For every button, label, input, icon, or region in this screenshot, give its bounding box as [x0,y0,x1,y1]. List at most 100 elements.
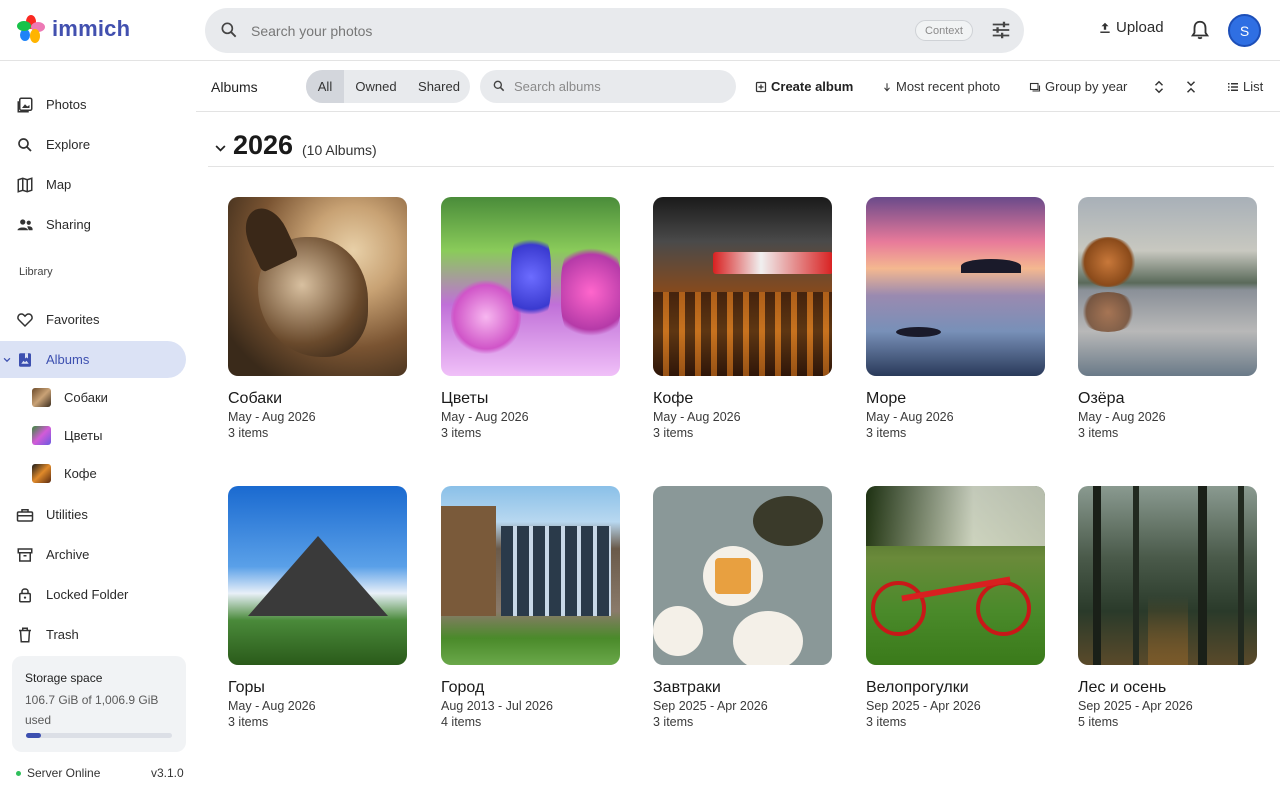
album-title: Озёра [1078,390,1125,407]
filter-shared-button[interactable]: Shared [408,70,470,103]
album-cover-image[interactable] [441,486,620,665]
sidebar-item-locked-folder[interactable]: Locked Folder [0,576,186,613]
sidebar-item-archive[interactable]: Archive [0,536,186,573]
album-title: Город [441,679,485,696]
upload-label: Upload [1116,19,1164,36]
status-dot-icon [16,770,21,776]
album-item-count: 3 items [228,426,269,440]
sidebar-album-label: Собаки [64,389,108,405]
photo-search-input[interactable] [251,18,891,43]
view-list-label: List [1243,79,1264,94]
sort-button[interactable]: Most recent photo [882,79,1000,94]
expand-all-icon[interactable] [1152,78,1166,96]
photo-search-bar[interactable]: Context [205,8,1024,53]
arrow-down-icon [884,82,890,92]
album-card[interactable]: Велопрогулки Sep 2025 - Apr 2026 3 items [866,486,1046,729]
app-name: immich [52,16,131,41]
sidebar-album-label: Кофе [64,465,97,481]
sidebar-item-utilities[interactable]: Utilities [0,496,186,533]
album-card[interactable]: Собаки May - Aug 2026 3 items [228,197,408,440]
group-divider [208,166,1274,167]
album-search-bar[interactable] [480,70,736,103]
storage-usage-fill [26,733,42,738]
album-card[interactable]: Завтраки Sep 2025 - Apr 2026 3 items [653,486,833,729]
sidebar-item-trash[interactable]: Trash [0,616,186,653]
upload-icon [1100,22,1110,33]
user-avatar[interactable]: S [1228,14,1261,47]
album-cover-image[interactable] [866,197,1045,376]
notifications-bell-icon[interactable] [1189,19,1211,41]
list-icon [1228,82,1238,91]
group-year-title: 2026 [233,130,294,160]
album-cover-image[interactable] [866,486,1045,665]
sidebar-item-sharing[interactable]: Sharing [0,206,186,243]
sidebar-item-label: Utilities [46,507,88,522]
albums-toolbar: Albums All Owned Shared Create album Mos… [196,61,1280,112]
sidebar-item-albums[interactable]: Albums [0,341,186,378]
album-card[interactable]: Озёра May - Aug 2026 3 items [1078,197,1258,440]
storage-usage: 106.7 GiB of 1,006.9 GiB used [25,693,159,727]
trash-icon [19,627,31,643]
album-title: Велопрогулки [866,679,969,696]
view-list-button[interactable]: List [1227,79,1263,94]
sidebar-item-explore[interactable]: Explore [0,126,186,163]
album-dates: May - Aug 2026 [228,410,316,424]
collapse-all-icon[interactable] [1184,78,1198,96]
storage-panel: Storage space 106.7 GiB of 1,006.9 GiB u… [12,656,186,752]
immich-logo[interactable]: immich [16,14,130,44]
upload-button[interactable]: Upload [1098,19,1164,36]
filter-owned-button[interactable]: Owned [344,70,408,103]
album-cover-image[interactable] [228,486,407,665]
sidebar-album-sobaki[interactable]: Собаки [32,385,108,409]
sidebar-item-label: Albums [46,352,90,367]
album-item-count: 3 items [866,426,907,440]
people-icon [17,219,33,231]
album-dates: May - Aug 2026 [228,699,316,713]
album-dates: Sep 2025 - Apr 2026 [866,699,981,713]
group-by-label: Group by year [1045,79,1128,94]
add-box-icon [755,81,767,92]
album-dates: Sep 2025 - Apr 2026 [1078,699,1193,713]
search-icon[interactable] [219,20,239,40]
search-icon [18,138,32,152]
sidebar-item-favorites[interactable]: Favorites [0,301,186,338]
album-card[interactable]: Лес и осень Sep 2025 - Apr 2026 5 items [1078,486,1258,729]
photos-icon [17,97,33,113]
create-album-button[interactable]: Create album [755,79,853,94]
album-icon [19,353,31,367]
sidebar-item-map[interactable]: Map [0,166,186,203]
album-search-input[interactable] [514,77,724,96]
toolbox-icon [16,509,34,522]
server-status-label: Server Online [27,766,101,780]
album-card[interactable]: Цветы May - Aug 2026 3 items [441,197,621,440]
group-by-button[interactable]: Group by year [1029,79,1127,94]
album-cover-image[interactable] [653,197,832,376]
album-cover-image[interactable] [228,197,407,376]
album-dates: May - Aug 2026 [653,410,741,424]
album-card[interactable]: Море May - Aug 2026 3 items [866,197,1046,440]
create-album-label: Create album [771,79,854,94]
album-card[interactable]: Город Aug 2013 - Jul 2026 4 items [441,486,621,729]
album-cover-image[interactable] [653,486,832,665]
chevron-down-icon[interactable] [2,355,12,365]
sidebar-item-label: Locked Folder [46,587,129,602]
album-cover-image[interactable] [1078,486,1257,665]
album-card[interactable]: Горы May - Aug 2026 3 items [228,486,408,729]
album-cover-image[interactable] [441,197,620,376]
album-dates: May - Aug 2026 [441,410,529,424]
filter-all-button[interactable]: All [306,70,344,103]
sidebar-album-tsvety[interactable]: Цветы [32,423,102,447]
album-thumbnail [32,425,51,445]
context-chip[interactable]: Context [915,20,973,41]
album-dates: Aug 2013 - Jul 2026 [441,699,553,713]
album-title: Море [866,390,907,407]
album-cover-image[interactable] [1078,197,1257,376]
album-item-count: 3 items [1078,426,1119,440]
sidebar-album-kofe[interactable]: Кофе [32,461,97,485]
album-card[interactable]: Кофе May - Aug 2026 3 items [653,197,833,440]
search-options-icon[interactable] [990,19,1012,41]
sidebar-item-label: Explore [46,137,91,152]
group-collapse-chevron-icon[interactable] [213,141,228,156]
storage-title: Storage space [25,671,103,685]
sidebar-item-photos[interactable]: Photos [0,86,186,123]
